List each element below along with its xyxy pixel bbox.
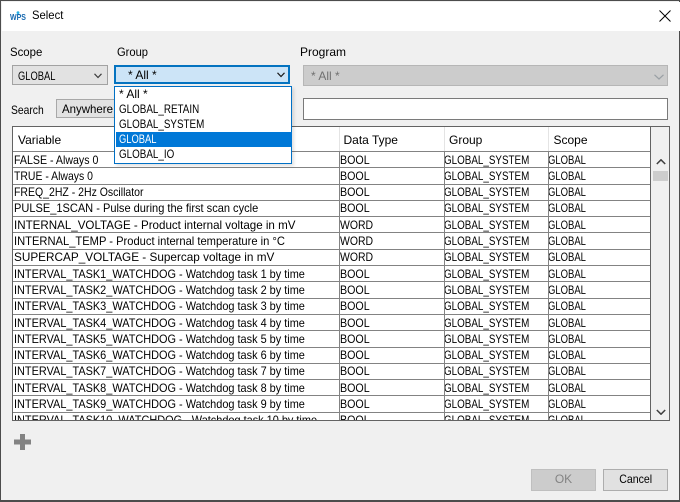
svg-text:WPS: WPS <box>10 12 26 21</box>
